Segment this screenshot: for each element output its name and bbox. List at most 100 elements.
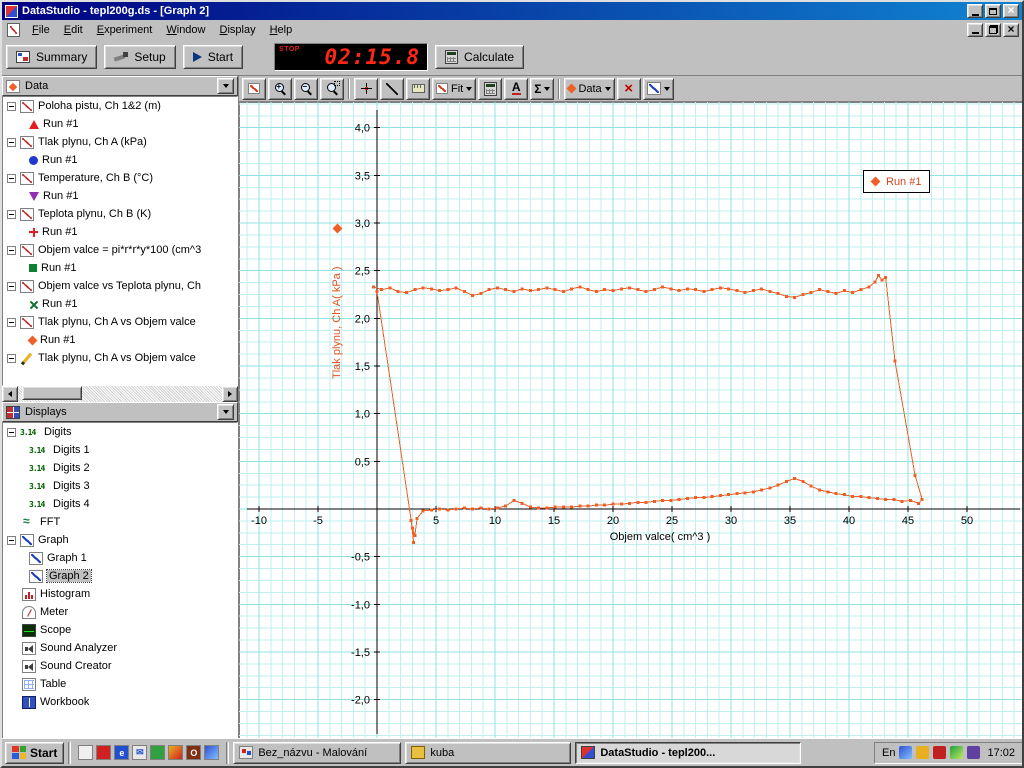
text-annotation-button[interactable]: A: [504, 77, 529, 100]
quick-launch-icon[interactable]: [96, 745, 112, 760]
scroll-left-button[interactable]: [2, 386, 18, 402]
data-item-poloha-pistu[interactable]: Poloha pistu, Ch 1&2 (m): [3, 97, 237, 115]
displays-panel-dropdown-button[interactable]: [217, 404, 234, 420]
display-item-scope[interactable]: Scope: [3, 621, 237, 639]
note-tool-button[interactable]: [406, 77, 430, 100]
collapse-icon[interactable]: [7, 173, 16, 183]
data-item-temperature[interactable]: Temperature, Ch B (°C): [3, 169, 237, 187]
collapse-icon[interactable]: [7, 535, 16, 545]
display-item-fft[interactable]: FFT: [3, 513, 237, 531]
data-panel-dropdown-button[interactable]: [217, 78, 234, 94]
collapse-icon[interactable]: [7, 353, 16, 363]
statistics-dropdown[interactable]: Σ: [530, 77, 555, 100]
data-item-tlak-vs-objem-2[interactable]: Tlak plynu, Ch A vs Objem valce: [3, 349, 237, 367]
data-item-objem-vs-teplota[interactable]: Objem valce vs Teplota plynu, Ch: [3, 277, 237, 295]
scrollbar-thumb[interactable]: [22, 386, 82, 400]
task-button-kuba[interactable]: kuba: [405, 741, 572, 764]
setup-button[interactable]: Setup: [104, 45, 176, 69]
display-item-digits-2[interactable]: Digits 2: [3, 459, 237, 477]
zoom-in-button[interactable]: +: [268, 77, 292, 100]
data-panel-header[interactable]: Data: [2, 76, 238, 96]
quick-launch-icon[interactable]: [204, 745, 220, 760]
display-item-table[interactable]: Table: [3, 675, 237, 693]
mdi-restore-button[interactable]: [985, 22, 1001, 37]
menu-file[interactable]: File: [25, 22, 57, 38]
language-indicator[interactable]: En: [882, 747, 895, 759]
menu-help[interactable]: Help: [263, 22, 300, 38]
horizontal-scrollbar[interactable]: [2, 386, 238, 402]
run-item[interactable]: Run #1: [3, 187, 237, 205]
graph-display[interactable]: -10 -5 5 10 15 20 25 30 35 40 45 50 4,0 3,5 3,0 2,5 2,0 1…: [239, 102, 1022, 742]
collapse-icon[interactable]: [7, 427, 16, 437]
quick-launch-icon[interactable]: O: [186, 745, 202, 760]
tray-icon[interactable]: [916, 746, 930, 759]
legend[interactable]: Run #1: [863, 170, 931, 193]
calculator-button[interactable]: [478, 77, 503, 100]
run-item[interactable]: Run #1: [3, 115, 237, 133]
mdi-close-button[interactable]: [1003, 22, 1019, 37]
menu-edit[interactable]: Edit: [57, 22, 90, 38]
task-button-paint[interactable]: Bez_názvu - Malování: [233, 741, 402, 764]
data-dropdown[interactable]: Data: [564, 77, 615, 100]
collapse-icon[interactable]: [7, 101, 16, 111]
display-item-graph-1[interactable]: Graph 1: [3, 549, 237, 567]
menu-experiment[interactable]: Experiment: [90, 22, 160, 38]
mdi-minimize-button[interactable]: [967, 22, 983, 37]
display-item-graph[interactable]: Graph: [3, 531, 237, 549]
start-menu-button[interactable]: Start: [5, 741, 65, 764]
fit-dropdown[interactable]: Fit: [432, 77, 477, 100]
task-button-datastudio[interactable]: DataStudio - tepl200...: [575, 741, 802, 764]
quick-launch-icon[interactable]: [150, 745, 166, 760]
document-icon[interactable]: [7, 22, 20, 37]
display-item-digits-1[interactable]: Digits 1: [3, 441, 237, 459]
graph-settings-dropdown[interactable]: [642, 77, 674, 100]
zoom-select-button[interactable]: [320, 77, 344, 100]
display-item-digits[interactable]: Digits: [3, 423, 237, 441]
collapse-icon[interactable]: [7, 209, 16, 219]
tray-icon[interactable]: [950, 746, 964, 759]
display-item-workbook[interactable]: Workbook: [3, 693, 237, 711]
tray-icon[interactable]: [933, 746, 947, 759]
data-item-teplota-plynu[interactable]: Teplota plynu, Ch B (K): [3, 205, 237, 223]
menu-display[interactable]: Display: [213, 22, 263, 38]
quick-launch-icon[interactable]: [78, 745, 94, 760]
start-button[interactable]: Start: [182, 45, 244, 69]
run-item[interactable]: Run #1: [3, 151, 237, 169]
minimize-button[interactable]: [967, 4, 983, 18]
run-item[interactable]: Run #1: [3, 223, 237, 241]
quick-launch-icon[interactable]: [168, 745, 184, 760]
smart-tool-button[interactable]: [354, 77, 378, 100]
summary-button[interactable]: Summary: [6, 45, 98, 69]
displays-panel-header[interactable]: Displays: [2, 402, 238, 422]
data-item-tlak-vs-objem[interactable]: Tlak plynu, Ch A vs Objem valce: [3, 313, 237, 331]
menu-window[interactable]: Window: [159, 22, 212, 38]
tray-icon[interactable]: [899, 746, 913, 759]
close-button[interactable]: [1003, 4, 1019, 18]
display-item-histogram[interactable]: Histogram: [3, 585, 237, 603]
display-item-sound-analyzer[interactable]: Sound Analyzer: [3, 639, 237, 657]
delete-button[interactable]: ×: [616, 77, 641, 100]
collapse-icon[interactable]: [7, 317, 16, 327]
run-item[interactable]: Run #1: [3, 295, 237, 313]
data-item-tlak-plynu[interactable]: Tlak plynu, Ch A (kPa): [3, 133, 237, 151]
collapse-icon[interactable]: [7, 137, 16, 147]
collapse-icon[interactable]: [7, 245, 16, 255]
maximize-button[interactable]: [985, 4, 1001, 18]
slope-tool-button[interactable]: [380, 77, 404, 100]
chart-canvas[interactable]: -10 -5 5 10 15 20 25 30 35 40 45 50 4,0 3,5 3,0 2,5 2,0 1…: [239, 102, 1024, 742]
calculate-button[interactable]: Calculate: [435, 45, 525, 69]
scale-to-fit-button[interactable]: [242, 77, 266, 100]
zoom-out-button[interactable]: −: [294, 77, 318, 100]
display-item-digits-3[interactable]: Digits 3: [3, 477, 237, 495]
collapse-icon[interactable]: [7, 281, 16, 291]
display-item-graph-2[interactable]: Graph 2: [3, 567, 237, 585]
data-item-objem-valce[interactable]: Objem valce = pi*r*r*y*100 (cm^3: [3, 241, 237, 259]
display-item-digits-4[interactable]: Digits 4: [3, 495, 237, 513]
display-item-sound-creator[interactable]: Sound Creator: [3, 657, 237, 675]
display-item-meter[interactable]: Meter: [3, 603, 237, 621]
quick-launch-icon[interactable]: e: [114, 745, 130, 760]
tray-icon[interactable]: [967, 746, 981, 759]
quick-launch-icon[interactable]: ✉: [132, 745, 148, 760]
scroll-right-button[interactable]: [222, 386, 238, 402]
run-item[interactable]: Run #1: [3, 259, 237, 277]
